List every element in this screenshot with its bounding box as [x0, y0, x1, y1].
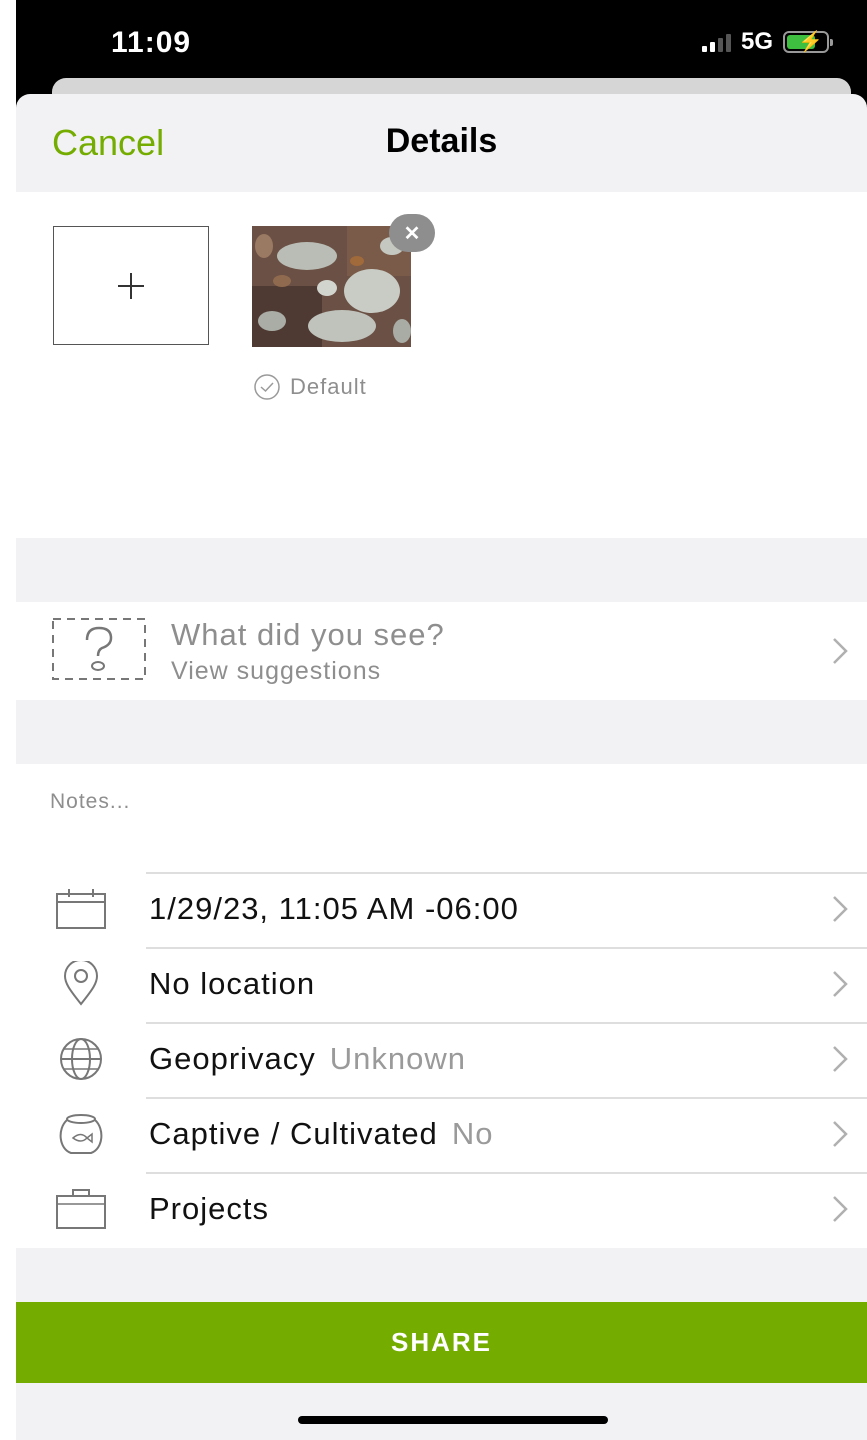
section-spacer: [16, 700, 867, 764]
chevron-right-icon: [833, 1121, 848, 1147]
geoprivacy-value: Unknown: [329, 1041, 467, 1076]
default-photo-indicator[interactable]: Default: [252, 372, 367, 402]
chevron-right-icon: [833, 971, 848, 997]
remove-photo-button[interactable]: ✕: [389, 214, 435, 252]
species-prompt: What did you see?: [171, 617, 445, 652]
globe-icon: [60, 1038, 102, 1080]
calendar-icon: [56, 889, 106, 929]
chevron-right-icon: [833, 638, 848, 664]
date-time-row[interactable]: 1/29/23, 11:05 AM -06:00: [16, 872, 867, 947]
captive-cultivated-row[interactable]: Captive / Cultivated No: [16, 1097, 867, 1172]
cellular-signal-icon: [701, 32, 731, 52]
location-label: No location: [149, 966, 316, 1001]
section-spacer: [16, 538, 867, 602]
notes-placeholder: Notes...: [50, 790, 131, 813]
status-time: 11:09: [111, 26, 192, 59]
chevron-right-icon: [833, 1196, 848, 1222]
share-button[interactable]: SHARE: [16, 1302, 867, 1383]
location-pin-icon: [63, 961, 99, 1006]
status-bar: 11:09 5G ⚡: [16, 0, 867, 90]
battery-charging-icon: ⚡: [783, 31, 833, 53]
notes-field[interactable]: Notes...: [16, 764, 867, 872]
phone-screen: 11:09 5G ⚡ Details Cancel ✕ Default What…: [16, 0, 867, 1440]
row-divider: [146, 1097, 867, 1099]
home-indicator[interactable]: [298, 1416, 608, 1424]
row-divider: [146, 1022, 867, 1024]
row-divider: [146, 1172, 867, 1174]
row-divider: [146, 872, 867, 874]
geoprivacy-row[interactable]: Geoprivacy Unknown: [16, 1022, 867, 1097]
plus-icon: [118, 272, 144, 299]
species-selector[interactable]: What did you see? View suggestions: [16, 602, 867, 700]
projects-row[interactable]: Projects: [16, 1172, 867, 1247]
cancel-button[interactable]: Cancel: [52, 122, 164, 164]
observation-details-list: 1/29/23, 11:05 AM -06:00 No location Geo…: [16, 872, 867, 1248]
close-icon: ✕: [403, 222, 421, 245]
captive-cultivated-value: No: [451, 1116, 494, 1151]
default-label: Default: [290, 374, 367, 399]
question-mark-icon: [52, 618, 146, 680]
observation-photo[interactable]: [252, 226, 411, 347]
status-indicators: 5G ⚡: [701, 28, 833, 56]
chevron-right-icon: [833, 896, 848, 922]
location-row[interactable]: No location: [16, 947, 867, 1022]
fishbowl-icon: [59, 1114, 103, 1154]
lichen-photo-thumbnail: [252, 226, 411, 347]
briefcase-icon: [56, 1189, 106, 1229]
details-sheet: Details Cancel ✕ Default What did you se…: [16, 94, 867, 1440]
row-divider: [146, 947, 867, 949]
network-type: 5G: [740, 28, 773, 55]
captive-cultivated-label: Captive / Cultivated No: [149, 1116, 494, 1151]
chevron-right-icon: [833, 1046, 848, 1072]
check-circle-icon: [254, 374, 280, 400]
projects-label: Projects: [149, 1191, 269, 1226]
geoprivacy-label: Geoprivacy Unknown: [149, 1041, 467, 1076]
navigation-bar: Details Cancel: [16, 94, 867, 192]
add-photo-button[interactable]: [53, 226, 209, 345]
view-suggestions-label: View suggestions: [171, 657, 382, 685]
date-time-label: 1/29/23, 11:05 AM -06:00: [149, 891, 519, 926]
